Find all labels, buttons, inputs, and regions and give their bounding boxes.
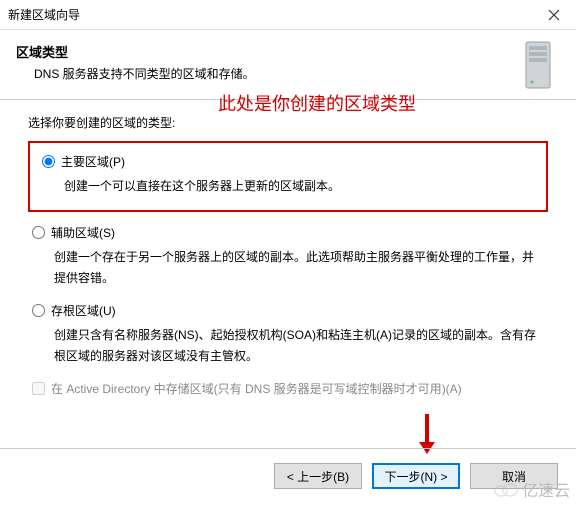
- wizard-content: 选择你要创建的区域的类型: 主要区域(P) 创建一个可以直接在这个服务器上更新的…: [0, 100, 576, 397]
- next-button[interactable]: 下一步(N) >: [372, 463, 460, 489]
- ad-store-label: 在 Active Directory 中存储区域(只有 DNS 服务器是可写域控…: [51, 380, 462, 397]
- primary-zone-desc: 创建一个可以直接在这个服务器上更新的区域副本。: [64, 176, 534, 196]
- close-button[interactable]: [532, 0, 576, 30]
- stub-zone-block: 存根区域(U) 创建只含有名称服务器(NS)、起始授权机构(SOA)和粘连主机(…: [28, 302, 548, 366]
- stub-zone-label: 存根区域(U): [51, 302, 116, 319]
- secondary-zone-option[interactable]: 辅助区域(S): [32, 224, 544, 241]
- secondary-zone-radio[interactable]: [32, 226, 45, 239]
- header-desc: DNS 服务器支持不同类型的区域和存储。: [34, 65, 560, 82]
- header-title: 区域类型: [16, 42, 560, 61]
- titlebar: 新建区域向导: [0, 0, 576, 30]
- cloud-icon: [493, 481, 519, 497]
- back-button[interactable]: < 上一步(B): [274, 463, 362, 489]
- stub-zone-option[interactable]: 存根区域(U): [32, 302, 544, 319]
- stub-zone-desc: 创建只含有名称服务器(NS)、起始授权机构(SOA)和粘连主机(A)记录的区域的…: [54, 325, 544, 366]
- select-label: 选择你要创建的区域的类型:: [28, 114, 548, 131]
- watermark-text: 亿速云: [522, 477, 570, 501]
- ad-store-option: 在 Active Directory 中存储区域(只有 DNS 服务器是可写域控…: [32, 380, 548, 397]
- primary-zone-option[interactable]: 主要区域(P): [42, 153, 534, 170]
- highlight-box: 主要区域(P) 创建一个可以直接在这个服务器上更新的区域副本。: [28, 141, 548, 212]
- wizard-footer: < 上一步(B) 下一步(N) > 取消: [0, 448, 576, 489]
- ad-store-checkbox: [32, 382, 45, 395]
- secondary-zone-desc: 创建一个存在于另一个服务器上的区域的副本。此选项帮助主服务器平衡处理的工作量，并…: [54, 247, 544, 288]
- stub-zone-radio[interactable]: [32, 304, 45, 317]
- watermark: 亿速云: [493, 477, 570, 501]
- server-icon: [522, 40, 554, 92]
- annotation-text: 此处是你创建的区域类型: [218, 90, 416, 116]
- primary-zone-label: 主要区域(P): [61, 153, 125, 170]
- window-title: 新建区域向导: [8, 6, 532, 23]
- close-icon: [548, 9, 560, 21]
- primary-zone-radio[interactable]: [42, 155, 55, 168]
- secondary-zone-block: 辅助区域(S) 创建一个存在于另一个服务器上的区域的副本。此选项帮助主服务器平衡…: [28, 224, 548, 288]
- secondary-zone-label: 辅助区域(S): [51, 224, 115, 241]
